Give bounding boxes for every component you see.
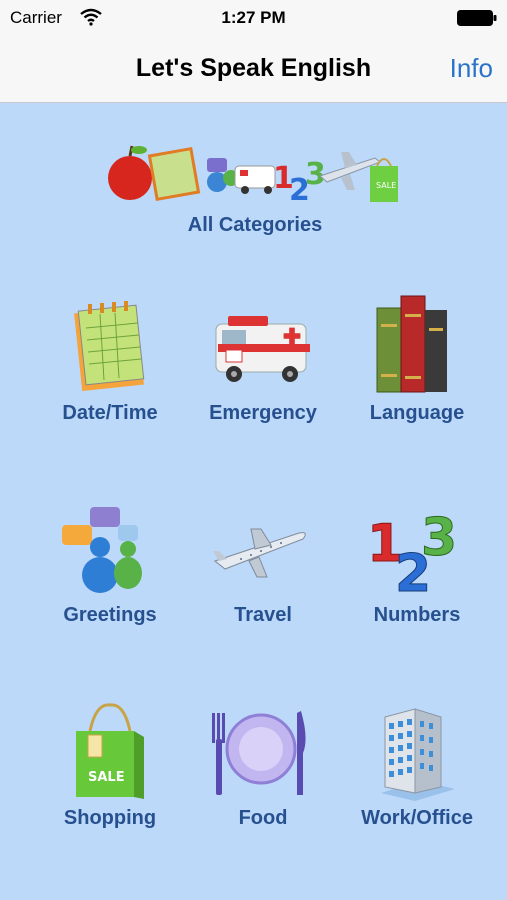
info-button[interactable]: Info <box>450 53 493 84</box>
category-label: Travel <box>234 604 292 626</box>
category-label: Numbers <box>373 604 461 626</box>
all-categories-button[interactable]: 1 2 3 SALE All Categories <box>90 130 420 240</box>
calendar-icon <box>74 301 145 392</box>
people-chat-icon <box>62 507 142 593</box>
svg-text:SALE: SALE <box>88 770 125 785</box>
airplane-icon <box>213 528 306 578</box>
navigation-bar: Let's Speak English Info <box>0 36 507 103</box>
category-work-office[interactable]: Work/Office <box>337 697 497 837</box>
category-food[interactable]: Food <box>183 697 343 837</box>
category-emergency[interactable]: Emergency <box>183 290 343 430</box>
category-label: Food <box>238 807 288 829</box>
svg-text:3: 3 <box>305 157 326 192</box>
category-numbers[interactable]: 1 2 3 Numbers <box>337 495 497 635</box>
ambulance-icon <box>215 316 310 382</box>
category-travel[interactable]: Travel <box>183 495 343 635</box>
svg-text:3: 3 <box>421 508 457 568</box>
books-icon <box>376 295 447 393</box>
category-date-time[interactable]: Date/Time <box>30 290 190 430</box>
category-label: Greetings <box>63 604 157 626</box>
office-building-icon <box>381 708 455 801</box>
shopping-bag-icon: SALE <box>76 703 144 799</box>
category-language[interactable]: Language <box>337 290 497 430</box>
all-categories-icon: 1 2 3 SALE <box>108 145 398 208</box>
page-title: Let's Speak English <box>135 54 372 82</box>
category-label: Work/Office <box>361 807 473 829</box>
category-greetings[interactable]: Greetings <box>30 495 190 635</box>
category-label: Language <box>369 402 465 424</box>
all-categories-label: All Categories <box>187 214 323 236</box>
plate-fork-knife-icon <box>212 711 306 795</box>
category-label: Shopping <box>63 807 157 829</box>
status-bar: Carrier 1:27 PM <box>0 0 507 36</box>
status-time: 1:27 PM <box>221 8 286 27</box>
numbers-icon: 1 2 3 <box>367 508 458 599</box>
category-label: Emergency <box>209 402 317 424</box>
category-shopping[interactable]: SALE Shopping <box>30 697 190 837</box>
svg-text:SALE: SALE <box>376 181 396 190</box>
category-label: Date/Time <box>62 402 158 424</box>
battery-icon <box>457 10 497 26</box>
